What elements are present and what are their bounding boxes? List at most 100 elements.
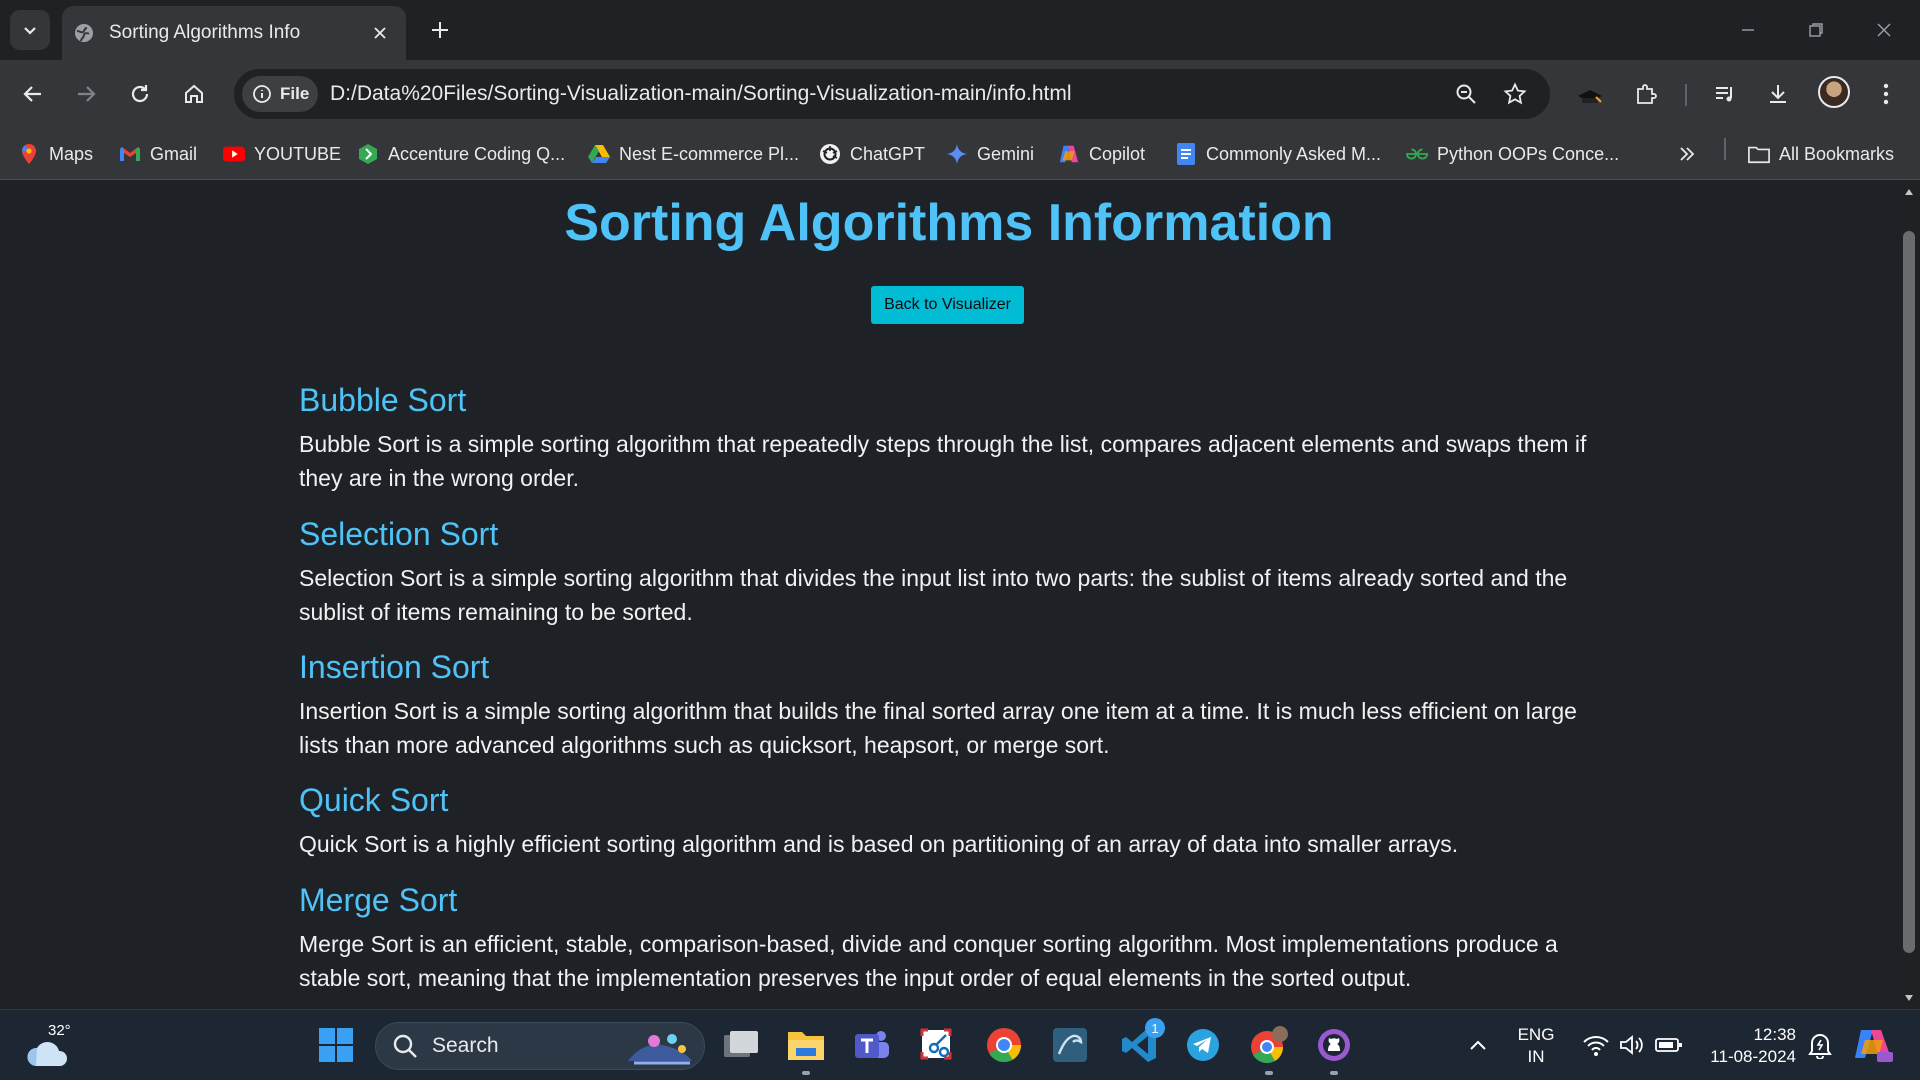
bookmark-python-oops[interactable]: Python OOPs Conce... (1406, 138, 1619, 170)
accenture-icon (357, 143, 379, 165)
snipping-tool-button[interactable] (914, 1022, 960, 1068)
algorithm-section-insertion-sort: Insertion Sort Insertion Sort is a simpl… (299, 648, 1599, 762)
more-bookmarks-button[interactable] (1676, 138, 1707, 170)
profile-avatar[interactable] (1818, 76, 1850, 108)
bookmark-accenture[interactable]: Accenture Coding Q... (357, 138, 565, 170)
reload-button[interactable] (120, 74, 160, 114)
clock-date: 11-08-2024 (1710, 1047, 1796, 1066)
minimize-button[interactable] (1720, 8, 1776, 52)
close-icon (1877, 23, 1891, 37)
telegram-button[interactable] (1180, 1022, 1226, 1068)
extensions-icon[interactable] (1628, 76, 1664, 112)
running-indicator (1265, 1071, 1273, 1075)
clock-time: 12:38 (1753, 1025, 1796, 1044)
bookmark-chatgpt[interactable]: ChatGPT (819, 138, 925, 170)
bookmark-gmail[interactable]: Gmail (119, 138, 197, 170)
search-label: Search (432, 1034, 499, 1057)
arrow-left-icon (23, 86, 41, 102)
notifications-button[interactable] (1800, 1022, 1840, 1068)
download-icon[interactable] (1760, 76, 1796, 112)
algorithm-description: Quick Sort is a highly efficient sorting… (299, 831, 1459, 857)
github-icon (1318, 1029, 1350, 1061)
menu-kebab-icon[interactable] (1868, 76, 1904, 112)
algorithm-section-merge-sort: Merge Sort Merge Sort is an efficient, s… (299, 881, 1599, 995)
bookmark-label: ChatGPT (850, 143, 926, 164)
algorithm-description: Selection Sort is a simple sorting algor… (299, 565, 1568, 625)
language-code: ENG (1517, 1025, 1555, 1044)
bookmark-gemini[interactable]: Gemini (946, 138, 1034, 170)
task-view-icon (724, 1031, 758, 1057)
bookmark-label: Python OOPs Conce... (1437, 143, 1620, 164)
url-text[interactable]: D:/Data%20Files/Sorting-Visualization-ma… (330, 82, 1072, 106)
zoom-icon[interactable] (1452, 80, 1480, 108)
media-controls-icon[interactable] (1707, 76, 1743, 112)
clock[interactable]: 12:38 11-08-2024 (1696, 1024, 1796, 1068)
language-indicator[interactable]: ENG IN (1506, 1024, 1566, 1068)
vscode-button[interactable]: 1 (1117, 1018, 1165, 1068)
scroll-up-arrow-icon[interactable] (1898, 181, 1920, 203)
restore-button[interactable] (1788, 8, 1844, 52)
back-to-visualizer-button[interactable]: Back to Visualizer (871, 286, 1024, 324)
extension-cap-icon[interactable] (1572, 76, 1608, 112)
home-button[interactable] (174, 74, 214, 114)
site-info-chip[interactable]: File (242, 76, 318, 112)
close-window-button[interactable] (1856, 8, 1912, 52)
algorithm-description: Bubble Sort is a simple sorting algorith… (299, 431, 1587, 491)
bookmarks-separator (1724, 138, 1726, 160)
region-code: IN (1527, 1047, 1545, 1066)
maps-icon (18, 143, 40, 165)
youtube-icon (223, 143, 245, 165)
file-explorer-button[interactable] (783, 1022, 829, 1068)
cloud-icon (27, 1042, 68, 1066)
task-view-button[interactable] (718, 1022, 764, 1068)
folder-icon (1748, 143, 1770, 165)
vertical-scrollbar[interactable] (1898, 181, 1920, 1009)
running-indicator (802, 1071, 810, 1075)
search-icon (393, 1034, 417, 1058)
bookmark-copilot[interactable]: Copilot (1058, 138, 1145, 170)
toolbar-separator (1685, 84, 1687, 106)
close-tab-icon[interactable] (366, 19, 394, 47)
start-button[interactable] (313, 1022, 359, 1068)
weather-widget[interactable]: 32° (26, 1020, 76, 1070)
taskbar-search[interactable]: Search (375, 1022, 705, 1070)
scroll-down-arrow-icon[interactable] (1898, 987, 1920, 1009)
drive-icon (588, 143, 610, 165)
bookmark-maps[interactable]: Maps (18, 138, 93, 170)
github-desktop-button[interactable] (1311, 1022, 1357, 1068)
chrome-profile-icon (1251, 1026, 1288, 1064)
algorithm-heading: Selection Sort (299, 516, 499, 552)
new-tab-button[interactable] (424, 14, 456, 46)
system-status-button[interactable] (1568, 1022, 1698, 1068)
show-hidden-icons-button[interactable] (1456, 1022, 1500, 1068)
gmail-icon (119, 143, 141, 165)
all-bookmarks-button[interactable]: All Bookmarks (1748, 138, 1894, 170)
weather-temperature: 32° (48, 1022, 71, 1039)
tab-strip: Sorting Algorithms Info (0, 0, 1920, 60)
docs-icon (1175, 143, 1197, 165)
star-icon[interactable] (1501, 80, 1529, 108)
bookmark-nest[interactable]: Nest E-commerce Pl... (588, 138, 799, 170)
back-button[interactable] (13, 74, 53, 114)
tab-search-button[interactable] (10, 10, 50, 50)
algorithm-section-quick-sort: Quick Sort Quick Sort is a highly effici… (299, 781, 1599, 861)
chrome-icon (987, 1028, 1021, 1063)
tab-active[interactable]: Sorting Algorithms Info (62, 6, 406, 60)
bookmark-youtube[interactable]: YOUTUBE (223, 138, 341, 170)
chrome-profile-button[interactable] (1246, 1022, 1292, 1068)
search-highlight-illustration-icon (628, 1034, 692, 1065)
page-title: Sorting Algorithms Information (564, 194, 1334, 252)
copilot-taskbar-button[interactable] (1850, 1022, 1896, 1068)
algorithm-heading: Bubble Sort (299, 382, 467, 418)
scroll-thumb[interactable] (1903, 231, 1915, 953)
bookmark-label: Commonly Asked M... (1206, 143, 1382, 164)
chrome-button[interactable] (981, 1022, 1027, 1068)
mysql-workbench-button[interactable] (1047, 1022, 1093, 1068)
teams-button[interactable] (849, 1022, 895, 1068)
wifi-icon (1583, 1036, 1609, 1056)
info-icon (253, 85, 271, 103)
arrow-right-icon (78, 86, 96, 102)
bookmark-commonly-asked[interactable]: Commonly Asked M... (1175, 138, 1381, 170)
forward-button[interactable] (66, 74, 106, 114)
address-bar[interactable]: File D:/Data%20Files/Sorting-Visualizati… (234, 69, 1550, 119)
